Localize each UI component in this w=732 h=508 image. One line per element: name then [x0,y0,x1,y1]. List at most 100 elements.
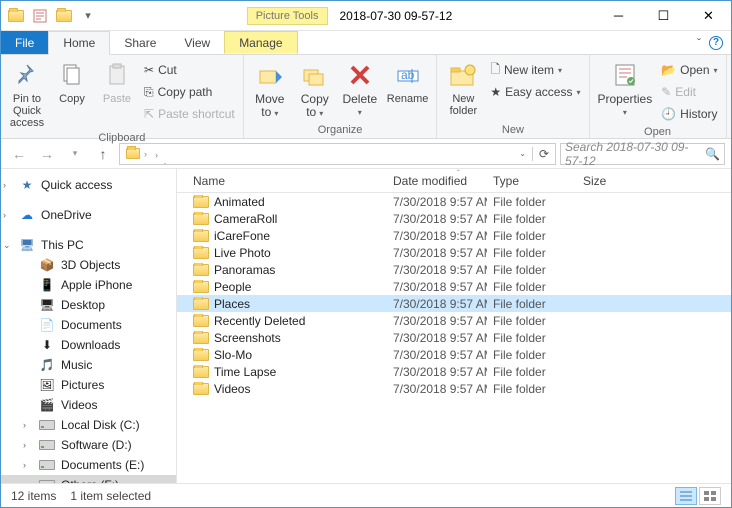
ribbon-tabs: File Home Share View Manage ˇ ? [1,31,731,55]
paste-button[interactable]: Paste [95,57,139,107]
file-type: File folder [487,331,577,345]
nav-tree-item[interactable]: ›🎬Videos [1,395,176,415]
new-item-button[interactable]: 🗋New item ▾ [486,59,584,81]
tab-manage[interactable]: Manage [224,31,297,54]
copy-path-button[interactable]: ⎘Copy path [140,81,239,103]
edit-button[interactable]: ✎Edit [657,81,721,103]
file-type: File folder [487,263,577,277]
qat-customize-button[interactable]: ▾ [77,5,99,27]
file-name: Animated [214,195,265,209]
open-button[interactable]: 📂Open ▾ [657,59,721,81]
nav-quick-access[interactable]: ›★Quick access [1,175,176,195]
address-dropdown-button[interactable]: ⌄ [515,149,530,158]
properties-button[interactable]: Properties▾ [594,57,657,120]
paste-shortcut-button[interactable]: ⇱Paste shortcut [140,103,239,125]
up-button[interactable]: ↑ [91,142,115,166]
folder-icon: 🎬 [39,397,55,413]
search-input[interactable]: Search 2018-07-30 09-57-12 🔍 [560,143,725,165]
breadcrumb[interactable]: › This PC›Others (F:)›icarefone›photo›20… [119,143,556,165]
refresh-button[interactable]: ⟳ [535,147,553,161]
copy-to-button[interactable]: Copy to ▾ [293,57,337,121]
nav-tree-item[interactable]: ›📦3D Objects [1,255,176,275]
tab-share[interactable]: Share [110,31,170,54]
table-row[interactable]: Panoramas7/30/2018 9:57 AMFile folder [177,261,731,278]
nav-tree-item[interactable]: ›Others (F:) [1,475,176,483]
table-row[interactable]: People7/30/2018 9:57 AMFile folder [177,278,731,295]
table-row[interactable]: Live Photo7/30/2018 9:57 AMFile folder [177,244,731,261]
column-type[interactable]: Type [487,174,577,188]
drive-icon [39,437,55,453]
nav-tree-item[interactable]: ›🎵Music [1,355,176,375]
copy-button[interactable]: Copy [50,57,94,107]
nav-tree-item[interactable]: ›📄Documents [1,315,176,335]
table-row[interactable]: iCareFone7/30/2018 9:57 AMFile folder [177,227,731,244]
folder-icon: ⬇ [39,337,55,353]
properties-qat-button[interactable] [29,5,51,27]
file-date: 7/30/2018 9:57 AM [387,365,487,379]
file-name: Recently Deleted [214,314,305,328]
tab-home[interactable]: Home [48,31,110,55]
cut-button[interactable]: ✂Cut [140,59,239,81]
file-date: 7/30/2018 9:57 AM [387,280,487,294]
help-button[interactable]: ? [709,36,723,50]
details-view-button[interactable] [675,487,697,505]
navigation-pane[interactable]: ›★Quick access ›☁OneDrive ⌄🖥This PC ›📦3D… [1,169,177,483]
tab-view[interactable]: View [170,31,224,54]
quick-access-toolbar: ▾ [1,5,103,27]
onedrive-icon: ☁ [19,207,35,223]
folder-icon: 🖼 [39,377,55,393]
column-date[interactable]: Date modified [387,174,487,188]
breadcrumb-root-icon[interactable]: › [122,148,153,159]
window-title: 2018-07-30 09-57-12 [340,9,453,23]
file-date: 7/30/2018 9:57 AM [387,263,487,277]
nav-tree-item[interactable]: ›📱Apple iPhone [1,275,176,295]
minimize-button[interactable]: ─ [596,1,641,30]
breadcrumb-segment[interactable]: photo [153,161,274,165]
delete-button[interactable]: Delete▾ [338,57,382,120]
table-row[interactable]: Time Lapse7/30/2018 9:57 AMFile folder [177,363,731,380]
thumbnails-view-button[interactable] [699,487,721,505]
folder-icon: 📦 [39,257,55,273]
history-icon: 🕘 [661,107,676,121]
nav-onedrive[interactable]: ›☁OneDrive [1,205,176,225]
tab-file[interactable]: File [1,31,48,54]
table-row[interactable]: Places7/30/2018 9:57 AMFile folder [177,295,731,312]
drive-icon [39,477,55,483]
folder-icon [193,196,209,208]
easy-access-button[interactable]: ★Easy access ▾ [486,81,584,103]
new-folder-button[interactable]: New folder [441,57,485,119]
folder-icon [193,247,209,259]
table-row[interactable]: Slo-Mo7/30/2018 9:57 AMFile folder [177,346,731,363]
history-button[interactable]: 🕘History [657,103,721,125]
rename-button[interactable]: ab Rename [383,57,433,107]
move-to-button[interactable]: Move to ▾ [248,57,292,121]
file-date: 7/30/2018 9:57 AM [387,246,487,260]
table-row[interactable]: Animated7/30/2018 9:57 AMFile folder [177,193,731,210]
nav-tree-item[interactable]: ›Documents (E:) [1,455,176,475]
nav-tree-item[interactable]: ›Software (D:) [1,435,176,455]
nav-this-pc[interactable]: ⌄🖥This PC [1,235,176,255]
ribbon-collapse-button[interactable]: ˇ [697,36,701,50]
table-row[interactable]: Videos7/30/2018 9:57 AMFile folder [177,380,731,397]
nav-tree-item[interactable]: ›🖥Desktop [1,295,176,315]
column-name[interactable]: Name [187,174,387,188]
breadcrumb-segment[interactable]: icarefone [153,143,274,147]
recent-locations-button[interactable]: ▾ [63,142,87,166]
search-icon[interactable]: 🔍 [705,147,720,161]
maximize-button[interactable]: ☐ [641,1,686,30]
new-folder-qat-button[interactable] [53,5,75,27]
pin-to-quick-access-button[interactable]: Pin to Quick access [5,57,49,131]
close-button[interactable]: ✕ [686,1,731,30]
nav-tree-item[interactable]: ›⬇Downloads [1,335,176,355]
file-name: Slo-Mo [214,348,252,362]
nav-tree-item[interactable]: ›Local Disk (C:) [1,415,176,435]
column-size[interactable]: Size [577,174,731,188]
forward-button[interactable]: → [35,142,59,166]
table-row[interactable]: CameraRoll7/30/2018 9:57 AMFile folder [177,210,731,227]
table-row[interactable]: Screenshots7/30/2018 9:57 AMFile folder [177,329,731,346]
folder-icon [193,349,209,361]
back-button[interactable]: ← [7,142,31,166]
nav-tree-item[interactable]: ›🖼Pictures [1,375,176,395]
table-row[interactable]: Recently Deleted7/30/2018 9:57 AMFile fo… [177,312,731,329]
chevron-right-icon[interactable]: › [153,150,160,160]
